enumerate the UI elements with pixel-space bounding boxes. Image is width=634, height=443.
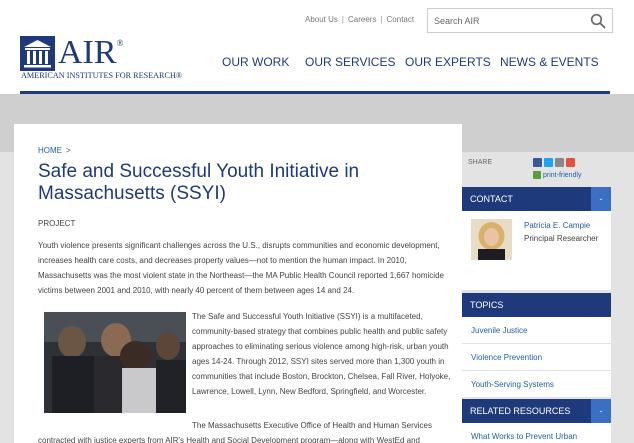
related-resources-heading: RELATED RESOURCES [470, 406, 571, 416]
search-input[interactable] [428, 9, 578, 32]
topic-divider [462, 370, 611, 371]
nav-news-events[interactable]: NEWS & EVENTS [500, 55, 599, 69]
contact-photo[interactable] [471, 219, 512, 260]
article-paragraph-3-continued: contracted with justice experts from AIR… [38, 436, 421, 443]
nav-our-work[interactable]: OUR WORK [222, 55, 289, 69]
search-icon[interactable] [590, 13, 606, 29]
topic-youth-serving-systems[interactable]: Youth-Serving Systems [471, 380, 554, 389]
main-nav: OUR WORK OUR SERVICES OUR EXPERTS NEWS &… [0, 55, 634, 71]
share-icons [533, 158, 575, 167]
utility-nav: About Us | Careers | Contact [305, 15, 414, 24]
article-card: HOME > Safe and Successful Youth Initiati… [14, 124, 462, 443]
article-paragraph-3: The Massachusetts Executive Office of He… [192, 421, 432, 430]
content-type-label: PROJECT [38, 219, 76, 228]
related-resources-header[interactable]: RELATED RESOURCES - [462, 399, 611, 423]
contact-name[interactable]: Patricia E. Campie [524, 221, 590, 230]
article-photo [44, 312, 186, 413]
related-resource-link[interactable]: What Works to Prevent Urban [471, 432, 577, 441]
topic-violence-prevention[interactable]: Violence Prevention [471, 353, 542, 362]
contact-role: Principal Researcher [524, 234, 599, 243]
article-paragraph-2: The Safe and Successful Youth Initiative… [192, 312, 451, 396]
site-header: About Us | Careers | Contact AIR® Americ… [0, 0, 634, 94]
topics-header: TOPICS [462, 293, 611, 317]
nav-our-services[interactable]: OUR SERVICES [305, 55, 395, 69]
related-resources-toggle[interactable]: - [591, 399, 611, 423]
topic-juvenile-justice[interactable]: Juvenile Justice [471, 326, 527, 335]
article-paragraph-1: Youth violence presents significant chal… [38, 241, 444, 295]
page-title: Safe and Successful Youth Initiative in … [38, 161, 360, 204]
twitter-icon[interactable] [544, 158, 553, 167]
print-friendly-link[interactable]: print-friendly [533, 171, 582, 179]
facebook-icon[interactable] [533, 158, 542, 167]
contact-heading: CONTACT [470, 194, 513, 204]
contact-toggle[interactable]: - [591, 187, 611, 211]
share-plus-icon[interactable] [566, 158, 575, 167]
topics-heading: TOPICS [470, 300, 504, 310]
utility-separator: | [380, 15, 383, 24]
breadcrumb-arrow: > [66, 146, 71, 155]
print-friendly-label: print-friendly [543, 171, 582, 179]
contact-link[interactable]: Contact [387, 15, 415, 24]
nav-our-experts[interactable]: OUR EXPERTS [405, 55, 491, 69]
share-label: SHARE [468, 159, 493, 166]
utility-separator: | [341, 15, 344, 24]
print-icon [533, 171, 541, 179]
topic-divider [462, 343, 611, 344]
email-icon[interactable] [555, 158, 564, 167]
breadcrumb: HOME > [38, 146, 71, 155]
search-box [427, 8, 613, 33]
contact-header[interactable]: CONTACT - [462, 187, 611, 211]
about-us-link[interactable]: About Us [305, 15, 338, 24]
logo-tagline: American Institutes for Research® [21, 71, 183, 80]
careers-link[interactable]: Careers [348, 15, 376, 24]
breadcrumb-home[interactable]: HOME [38, 146, 62, 155]
